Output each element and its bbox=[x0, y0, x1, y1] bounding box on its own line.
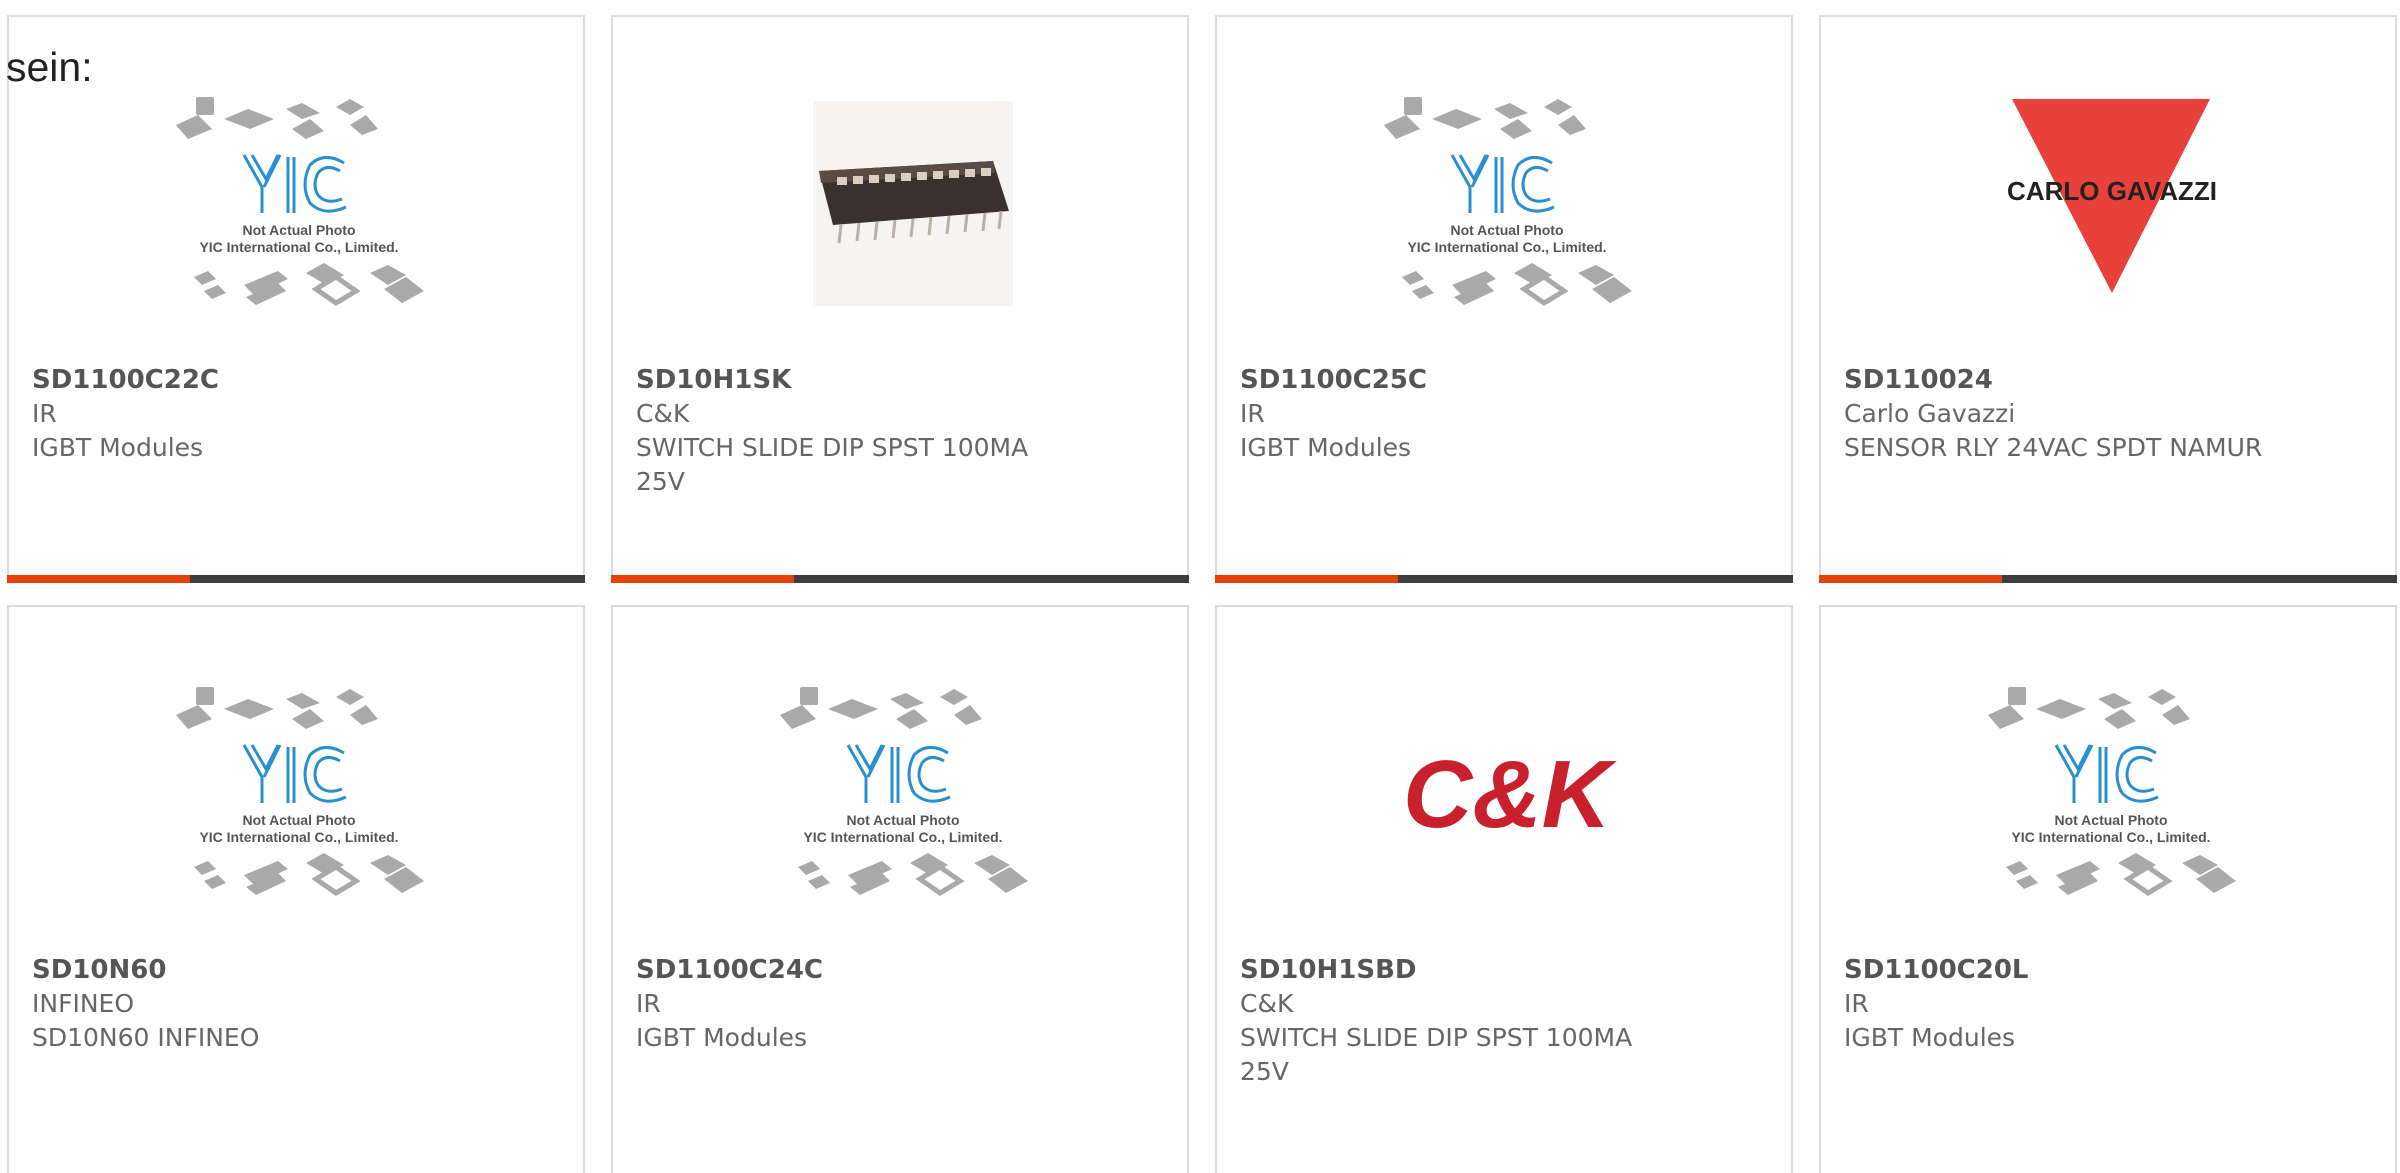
product-card[interactable]: Not Actual Photo YIC International Co., … bbox=[1819, 605, 2397, 1173]
part-number[interactable]: SD1100C24C bbox=[636, 953, 1167, 987]
description: IGBT Modules bbox=[1240, 433, 1412, 462]
placeholder-caption-1: Not Actual Photo bbox=[242, 812, 355, 828]
placeholder-caption-2: YIC International Co., Limited. bbox=[1407, 239, 1606, 255]
product-card[interactable]: Not Actual Photo YIC International Co., … bbox=[7, 605, 585, 1173]
product-card[interactable]: Not Actual Photo YIC International Co., … bbox=[611, 605, 1189, 1173]
manufacturer: Carlo Gavazzi bbox=[1844, 399, 2016, 428]
card-bottom-bar bbox=[7, 575, 585, 583]
description: SD10N60 INFINEO bbox=[32, 1023, 260, 1052]
yic-placeholder-image: Not Actual Photo YIC International Co., … bbox=[176, 687, 424, 896]
card-bottom-bar bbox=[1215, 575, 1793, 583]
yic-placeholder-image: Not Actual Photo YIC International Co., … bbox=[780, 687, 1028, 896]
placeholder-caption-1: Not Actual Photo bbox=[846, 812, 959, 828]
manufacturer: INFINEO bbox=[32, 989, 135, 1018]
product-info: SD10H1SK C&K SWITCH SLIDE DIP SPST 100MA… bbox=[636, 363, 1167, 499]
placeholder-caption-1: Not Actual Photo bbox=[2054, 812, 2167, 828]
part-number[interactable]: SD10H1SBD bbox=[1240, 953, 1771, 987]
dip-switch-icon bbox=[819, 161, 1009, 244]
product-card[interactable]: Not Actual Photo YIC International Co., … bbox=[7, 15, 585, 583]
card-accent bbox=[1819, 575, 2002, 583]
description: IGBT Modules bbox=[32, 433, 204, 462]
ck-logo-text: C&K bbox=[1403, 741, 1618, 848]
yic-placeholder-image: Not Actual Photo YIC International Co., … bbox=[1988, 687, 2236, 896]
part-number[interactable]: SD1100C22C bbox=[32, 363, 563, 397]
intro-text: sein: bbox=[6, 44, 93, 90]
manufacturer: IR bbox=[32, 399, 57, 428]
description: IGBT Modules bbox=[636, 1023, 808, 1052]
card-bottom-bar bbox=[611, 575, 1189, 583]
card-accent bbox=[611, 575, 794, 583]
manufacturer: IR bbox=[1240, 399, 1265, 428]
part-number[interactable]: SD10H1SK bbox=[636, 363, 1167, 397]
product-card[interactable]: CARLO GAVAZZI SD110024 Carlo Gavazzi SEN… bbox=[1819, 15, 2397, 583]
product-info: SD1100C22C IR IGBT Modules bbox=[32, 363, 563, 465]
placeholder-caption-2: YIC International Co., Limited. bbox=[2011, 829, 2210, 845]
carlo-gavazzi-logo-text: CARLO GAVAZZI bbox=[2007, 176, 2217, 206]
product-card[interactable]: Not Actual Photo YIC International Co., … bbox=[1215, 15, 1793, 583]
product-info: SD1100C20L IR IGBT Modules bbox=[1844, 953, 2375, 1055]
placeholder-caption-2: YIC International Co., Limited. bbox=[199, 239, 398, 255]
part-number[interactable]: SD110024 bbox=[1844, 363, 2375, 397]
manufacturer: IR bbox=[636, 989, 661, 1018]
part-number[interactable]: SD1100C20L bbox=[1844, 953, 2375, 987]
yic-placeholder-image: Not Actual Photo YIC International Co., … bbox=[176, 97, 424, 306]
carlo-gavazzi-logo: CARLO GAVAZZI bbox=[2007, 99, 2217, 293]
card-accent bbox=[7, 575, 190, 583]
description: SWITCH SLIDE DIP SPST 100MA 25V bbox=[1240, 1023, 1633, 1086]
manufacturer: C&K bbox=[1240, 989, 1294, 1018]
part-number[interactable]: SD1100C25C bbox=[1240, 363, 1771, 397]
description: SENSOR RLY 24VAC SPDT NAMUR bbox=[1844, 433, 2263, 462]
description: SWITCH SLIDE DIP SPST 100MA 25V bbox=[636, 433, 1029, 496]
placeholder-caption-2: YIC International Co., Limited. bbox=[199, 829, 398, 845]
product-card[interactable]: SD10H1SK C&K SWITCH SLIDE DIP SPST 100MA… bbox=[611, 15, 1189, 583]
card-bottom-bar bbox=[1819, 575, 2397, 583]
part-number[interactable]: SD10N60 bbox=[32, 953, 563, 987]
description: IGBT Modules bbox=[1844, 1023, 2016, 1052]
product-info: SD10N60 INFINEO SD10N60 INFINEO bbox=[32, 953, 563, 1055]
product-info: SD1100C24C IR IGBT Modules bbox=[636, 953, 1167, 1055]
yic-placeholder-image: Not Actual Photo YIC International Co., … bbox=[1384, 97, 1632, 306]
manufacturer: IR bbox=[1844, 989, 1869, 1018]
product-card[interactable]: C&K SD10H1SBD C&K SWITCH SLIDE DIP SPST … bbox=[1215, 605, 1793, 1173]
product-info: SD10H1SBD C&K SWITCH SLIDE DIP SPST 100M… bbox=[1240, 953, 1771, 1089]
placeholder-caption-2: YIC International Co., Limited. bbox=[803, 829, 1002, 845]
ck-logo: C&K bbox=[1403, 741, 1618, 848]
product-grid: Not Actual Photo YIC International Co., … bbox=[0, 0, 2400, 1173]
product-info: SD110024 Carlo Gavazzi SENSOR RLY 24VAC … bbox=[1844, 363, 2375, 465]
manufacturer: C&K bbox=[636, 399, 690, 428]
placeholder-caption-1: Not Actual Photo bbox=[242, 222, 355, 238]
card-accent bbox=[1215, 575, 1398, 583]
dip-switch-photo bbox=[813, 101, 1013, 306]
product-info: SD1100C25C IR IGBT Modules bbox=[1240, 363, 1771, 465]
placeholder-caption-1: Not Actual Photo bbox=[1450, 222, 1563, 238]
